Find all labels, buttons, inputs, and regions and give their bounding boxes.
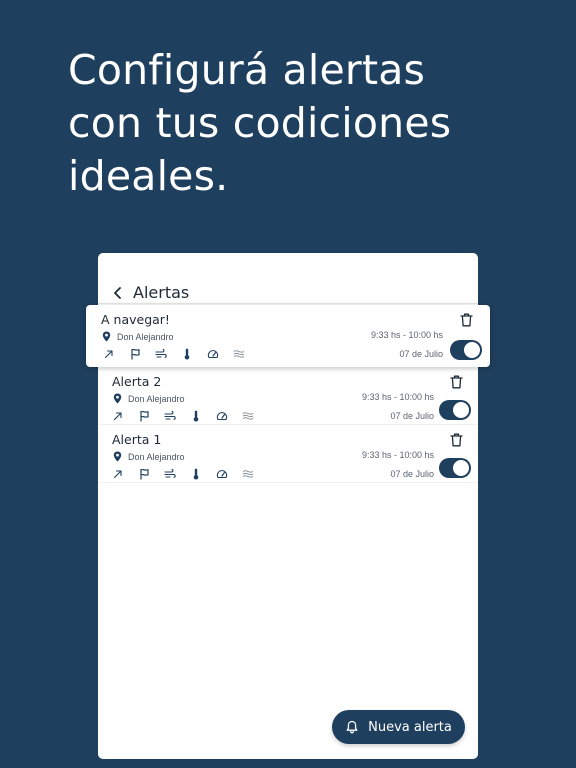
chevron-left-icon — [114, 287, 121, 299]
arrow-up-right-icon — [112, 468, 124, 480]
headline-line-3: ideales. — [68, 152, 229, 200]
trash-icon — [449, 433, 463, 447]
gauge-icon — [216, 410, 228, 422]
new-alert-label: Nueva alerta — [368, 719, 452, 735]
location-pin-icon — [102, 331, 111, 342]
arrow-up-right-icon — [112, 410, 124, 422]
alert-date: 07 de Julio — [399, 349, 443, 359]
thermometer-icon — [190, 410, 202, 422]
alert-card[interactable]: Alerta 2 Don Alejandro 9:33 hs - 10:00 hs 0… — [98, 367, 478, 425]
alert-date: 07 de Julio — [390, 469, 434, 479]
headline-line-2: con tus codiciones — [68, 99, 452, 147]
arrow-up-right-icon — [103, 348, 115, 360]
alert-location: Don Alejandro — [113, 393, 185, 404]
back-button[interactable] — [108, 282, 128, 304]
waves-icon — [242, 468, 254, 480]
bell-icon — [345, 720, 359, 734]
alert-location-label: Don Alejandro — [128, 451, 185, 462]
wind-icon — [164, 468, 176, 480]
alert-time: 9:33 hs - 10:00 hs — [361, 450, 434, 460]
toggle-knob — [453, 402, 469, 418]
headline: Configurá alertas con tus codiciones ide… — [68, 44, 548, 203]
alert-toggle[interactable] — [439, 400, 471, 420]
delete-alert-button[interactable] — [449, 374, 463, 390]
wind-icon — [164, 410, 176, 422]
flag-icon — [138, 468, 150, 480]
condition-icons — [112, 410, 268, 422]
trash-icon — [449, 375, 463, 389]
waves-icon — [242, 410, 254, 422]
new-alert-button[interactable]: Nueva alerta — [332, 710, 465, 744]
flag-icon — [138, 410, 150, 422]
alert-location-label: Don Alejandro — [117, 331, 174, 342]
alert-card[interactable]: A navegar! Don Alejandro 9:33 hs - 10:00 h… — [86, 305, 490, 367]
gauge-icon — [216, 468, 228, 480]
condition-icons — [103, 348, 259, 360]
alert-toggle[interactable] — [439, 458, 471, 478]
condition-icons — [112, 468, 268, 480]
alert-location: Don Alejandro — [102, 331, 174, 342]
waves-icon — [233, 348, 245, 360]
flag-icon — [129, 348, 141, 360]
alert-time: 9:33 hs - 10:00 hs — [361, 392, 434, 402]
gauge-icon — [207, 348, 219, 360]
alert-toggle[interactable] — [450, 340, 482, 360]
headline-line-1: Configurá alertas — [68, 46, 426, 94]
location-pin-icon — [113, 451, 122, 462]
alert-date: 07 de Julio — [390, 411, 434, 421]
alert-time: 9:33 hs - 10:00 hs — [370, 330, 443, 340]
delete-alert-button[interactable] — [459, 312, 473, 328]
toggle-knob — [453, 460, 469, 476]
thermometer-icon — [190, 468, 202, 480]
trash-icon — [459, 313, 473, 327]
toggle-knob — [464, 342, 480, 358]
alert-card[interactable]: Alerta 1 Don Alejandro 9:33 hs - 10:00 hs 0… — [98, 425, 478, 483]
header-divider — [98, 303, 478, 304]
alert-name: A navegar! — [101, 312, 170, 327]
alert-location-label: Don Alejandro — [128, 393, 185, 404]
delete-alert-button[interactable] — [449, 432, 463, 448]
thermometer-icon — [181, 348, 193, 360]
wind-icon — [155, 348, 167, 360]
location-pin-icon — [113, 393, 122, 404]
alert-location: Don Alejandro — [113, 451, 185, 462]
alert-name: Alerta 1 — [112, 432, 162, 447]
page-title: Alertas — [133, 283, 190, 302]
alert-name: Alerta 2 — [112, 374, 162, 389]
